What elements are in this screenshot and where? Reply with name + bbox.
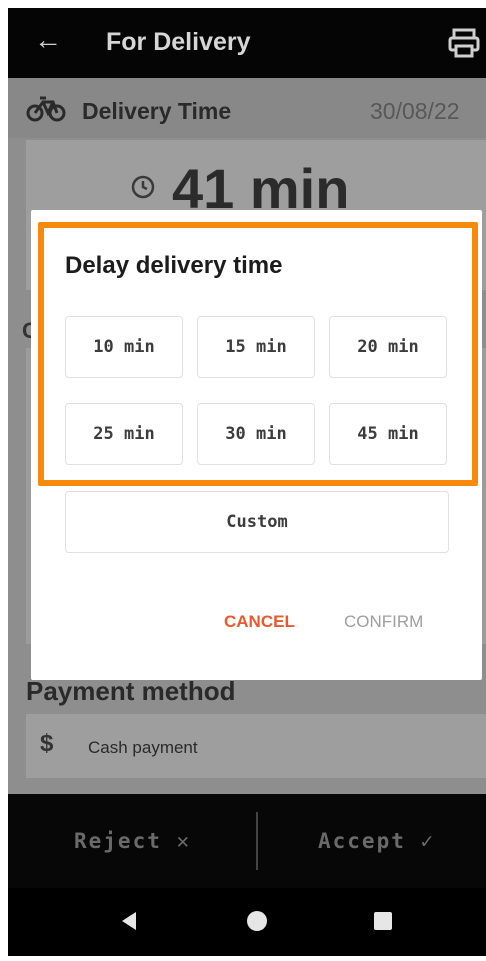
bicycle-icon bbox=[26, 96, 66, 122]
highlight-box bbox=[38, 222, 478, 486]
action-divider bbox=[256, 812, 258, 870]
action-bar: Reject ✕ Accept ✓ bbox=[8, 794, 486, 888]
clock-icon bbox=[131, 175, 155, 199]
delivery-time-row: Delivery Time 30/08/22 bbox=[8, 78, 486, 138]
reject-button[interactable]: Reject ✕ bbox=[74, 829, 191, 853]
delivery-date: 30/08/22 bbox=[370, 98, 460, 124]
app-bar: ← For Delivery bbox=[8, 8, 486, 78]
accept-button[interactable]: Accept ✓ bbox=[318, 829, 435, 853]
delivery-time-label: Delivery Time bbox=[82, 98, 232, 124]
back-arrow-icon[interactable]: ← bbox=[34, 24, 62, 56]
payment-method-row: $ Cash payment bbox=[26, 714, 486, 778]
app-screen: ← For Delivery Delivery Time 30/08/22 41… bbox=[8, 8, 486, 956]
custom-delay-button[interactable]: Custom bbox=[65, 491, 449, 553]
nav-home-icon[interactable] bbox=[246, 910, 268, 932]
system-nav-bar bbox=[8, 888, 486, 956]
printer-icon[interactable] bbox=[448, 28, 486, 58]
dollar-icon: $ bbox=[40, 730, 54, 757]
confirm-button[interactable]: CONFIRM bbox=[344, 612, 423, 632]
page-title: For Delivery bbox=[106, 28, 251, 56]
nav-back-icon[interactable] bbox=[118, 910, 140, 932]
nav-recents-icon[interactable] bbox=[372, 910, 394, 932]
payment-method-value: Cash payment bbox=[88, 738, 198, 757]
payment-method-heading: Payment method bbox=[26, 676, 236, 706]
cancel-button[interactable]: CANCEL bbox=[224, 612, 295, 632]
